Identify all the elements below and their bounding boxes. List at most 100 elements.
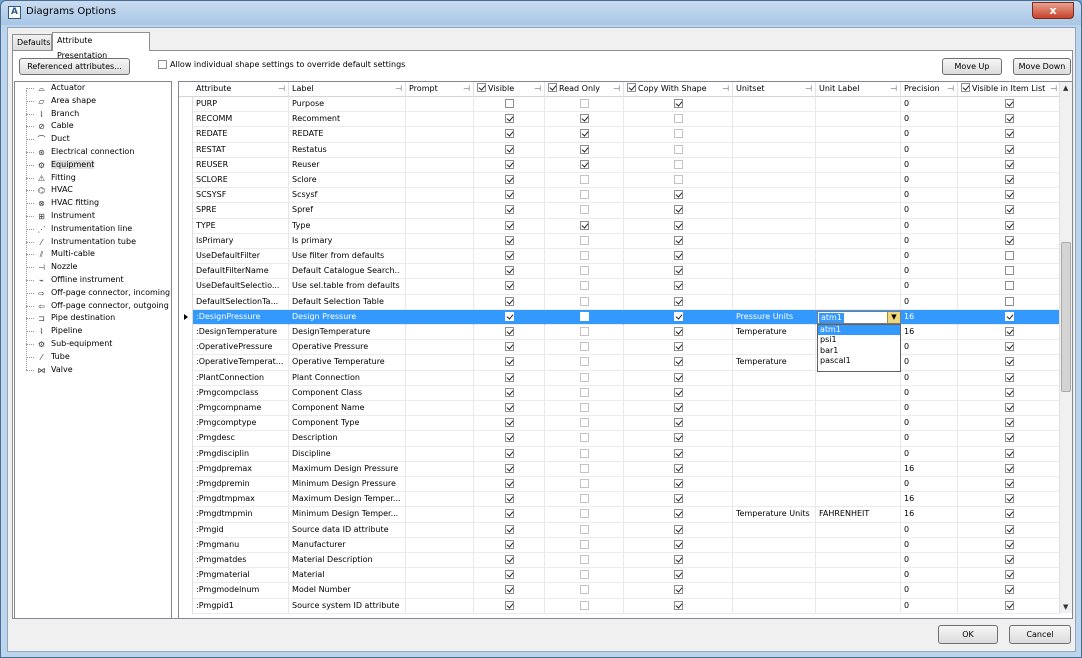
copy-checkbox[interactable] bbox=[673, 600, 683, 610]
cell-prompt[interactable] bbox=[406, 294, 474, 310]
copy-checkbox[interactable] bbox=[673, 463, 683, 473]
itemlist-checkbox[interactable] bbox=[1004, 342, 1014, 352]
visible-checkbox[interactable] bbox=[504, 266, 514, 276]
tree-item[interactable]: ⇦ Off-page connector, outgoing bbox=[15, 300, 171, 313]
cell-prompt[interactable] bbox=[406, 355, 474, 371]
tree-item[interactable]: ⌇ Branch bbox=[15, 108, 171, 121]
tree-item[interactable]: ⌓ Actuator bbox=[15, 82, 171, 95]
tree-item[interactable]: ⚙ Sub-equipment bbox=[15, 338, 171, 351]
table-row[interactable]: UseDefaultFilter Use filter from defaults… bbox=[179, 249, 1070, 265]
column-header-label[interactable]: Label ⊣ bbox=[289, 82, 406, 97]
table-row[interactable]: :Pmgcompclass Component Class 0 bbox=[179, 385, 1070, 401]
cell-unitset[interactable] bbox=[733, 583, 816, 599]
itemlist-checkbox[interactable] bbox=[1004, 175, 1014, 184]
itemlist-checkbox[interactable] bbox=[1004, 296, 1014, 306]
column-select-all-checkbox[interactable] bbox=[627, 83, 636, 92]
row-indicator[interactable] bbox=[179, 568, 193, 584]
cell-unitlabel[interactable] bbox=[816, 477, 901, 493]
copy-checkbox[interactable] bbox=[673, 479, 683, 488]
readonly-checkbox[interactable] bbox=[579, 387, 589, 397]
cell-label[interactable]: Material bbox=[289, 568, 406, 584]
cell-prompt[interactable] bbox=[406, 598, 474, 614]
tree-item[interactable]: ⊛ Electrical connection bbox=[15, 146, 171, 159]
pin-icon[interactable]: ⊣ bbox=[395, 82, 402, 96]
table-row[interactable]: :DesignTemperature DesignTemperature Tempe… bbox=[179, 325, 1070, 341]
tree-item[interactable]: ⊗ HVAC fitting bbox=[15, 197, 171, 210]
cell-precision[interactable]: 0 bbox=[901, 401, 958, 417]
chevron-down-icon[interactable]: ▼ bbox=[887, 311, 900, 323]
cell-precision[interactable]: 0 bbox=[901, 142, 958, 158]
row-indicator[interactable] bbox=[179, 385, 193, 401]
table-row[interactable]: :Pmgdpremin Minimum Design Pressure 0 bbox=[179, 477, 1070, 493]
shape-type-tree[interactable]: ⌓ Actuator ▱ Area shape ⌇ Branch ⊘ Cable ⌒ Duct ⊛ E… bbox=[14, 81, 172, 619]
cell-unitset[interactable] bbox=[733, 157, 816, 173]
column-header-precision[interactable]: Precision ⊣ bbox=[901, 82, 958, 97]
readonly-checkbox[interactable] bbox=[579, 266, 589, 276]
visible-checkbox[interactable] bbox=[504, 114, 514, 124]
itemlist-checkbox[interactable] bbox=[1004, 205, 1014, 215]
cell-unitset[interactable] bbox=[733, 492, 816, 508]
cell-unitlabel[interactable] bbox=[816, 446, 901, 462]
itemlist-checkbox[interactable] bbox=[1004, 129, 1014, 139]
cell-unitset[interactable] bbox=[733, 112, 816, 128]
copy-checkbox[interactable] bbox=[673, 175, 683, 184]
column-header-unitset[interactable]: Unitset ⊣ bbox=[733, 82, 816, 97]
cell-precision[interactable]: 16 bbox=[901, 309, 958, 325]
copy-checkbox[interactable] bbox=[673, 205, 683, 215]
table-row[interactable]: :Pmgdesc Description 0 bbox=[179, 431, 1070, 447]
cell-precision[interactable]: 0 bbox=[901, 537, 958, 553]
cell-unitlabel[interactable] bbox=[816, 401, 901, 417]
itemlist-checkbox[interactable] bbox=[1004, 509, 1014, 519]
cell-label[interactable]: Minimum Design Temper... bbox=[289, 507, 406, 523]
visible-checkbox[interactable] bbox=[504, 494, 514, 504]
row-indicator[interactable] bbox=[179, 127, 193, 143]
readonly-checkbox[interactable] bbox=[579, 220, 589, 230]
cell-unitlabel[interactable] bbox=[816, 203, 901, 219]
readonly-checkbox[interactable] bbox=[579, 342, 589, 352]
pin-icon[interactable]: ⊣ bbox=[722, 82, 729, 96]
cell-unitset[interactable] bbox=[733, 446, 816, 462]
visible-checkbox[interactable] bbox=[504, 311, 514, 321]
copy-checkbox[interactable] bbox=[673, 509, 683, 519]
cell-prompt[interactable] bbox=[406, 583, 474, 599]
itemlist-checkbox[interactable] bbox=[1004, 448, 1014, 458]
column-select-all-checkbox[interactable] bbox=[548, 83, 557, 92]
cell-precision[interactable]: 0 bbox=[901, 264, 958, 280]
scroll-down-icon[interactable]: ▼ bbox=[1063, 603, 1068, 611]
readonly-checkbox[interactable] bbox=[579, 539, 589, 549]
cell-unitset[interactable] bbox=[733, 142, 816, 158]
row-indicator[interactable] bbox=[179, 142, 193, 158]
cell-prompt[interactable] bbox=[406, 401, 474, 417]
cell-label[interactable]: Discipline bbox=[289, 446, 406, 462]
itemlist-checkbox[interactable] bbox=[1004, 357, 1014, 367]
table-row[interactable]: REUSER Reuser 0 bbox=[179, 157, 1070, 173]
table-row[interactable]: :OperativePressure Operative Pressure 0 bbox=[179, 340, 1070, 356]
row-indicator[interactable] bbox=[179, 522, 193, 538]
itemlist-checkbox[interactable] bbox=[1004, 114, 1014, 124]
table-row[interactable]: :Pmgmatdes Material Description 0 bbox=[179, 553, 1070, 569]
cell-label[interactable]: Is primary bbox=[289, 233, 406, 249]
row-indicator[interactable] bbox=[179, 309, 193, 325]
itemlist-checkbox[interactable] bbox=[1004, 372, 1014, 382]
visible-checkbox[interactable] bbox=[504, 479, 514, 488]
cell-unitlabel[interactable] bbox=[816, 553, 901, 569]
row-indicator[interactable] bbox=[179, 294, 193, 310]
row-indicator[interactable] bbox=[179, 203, 193, 219]
tree-item[interactable]: ⌒ Duct bbox=[15, 133, 171, 146]
cell-prompt[interactable] bbox=[406, 446, 474, 462]
readonly-checkbox[interactable] bbox=[579, 372, 589, 382]
visible-checkbox[interactable] bbox=[504, 448, 514, 458]
cell-label[interactable]: Default Catalogue Search.. bbox=[289, 264, 406, 280]
visible-checkbox[interactable] bbox=[504, 555, 514, 564]
cell-unitlabel[interactable] bbox=[816, 568, 901, 584]
readonly-checkbox[interactable] bbox=[579, 570, 589, 580]
cell-label[interactable]: Purpose bbox=[289, 97, 406, 113]
copy-checkbox[interactable] bbox=[673, 403, 683, 412]
cell-unitlabel[interactable] bbox=[816, 598, 901, 614]
tree-item[interactable]: ▱ Area shape bbox=[15, 95, 171, 108]
cell-label[interactable]: Source system ID attribute bbox=[289, 598, 406, 614]
copy-checkbox[interactable] bbox=[673, 129, 683, 139]
readonly-checkbox[interactable] bbox=[579, 357, 589, 367]
visible-checkbox[interactable] bbox=[504, 585, 514, 595]
copy-checkbox[interactable] bbox=[673, 251, 683, 260]
